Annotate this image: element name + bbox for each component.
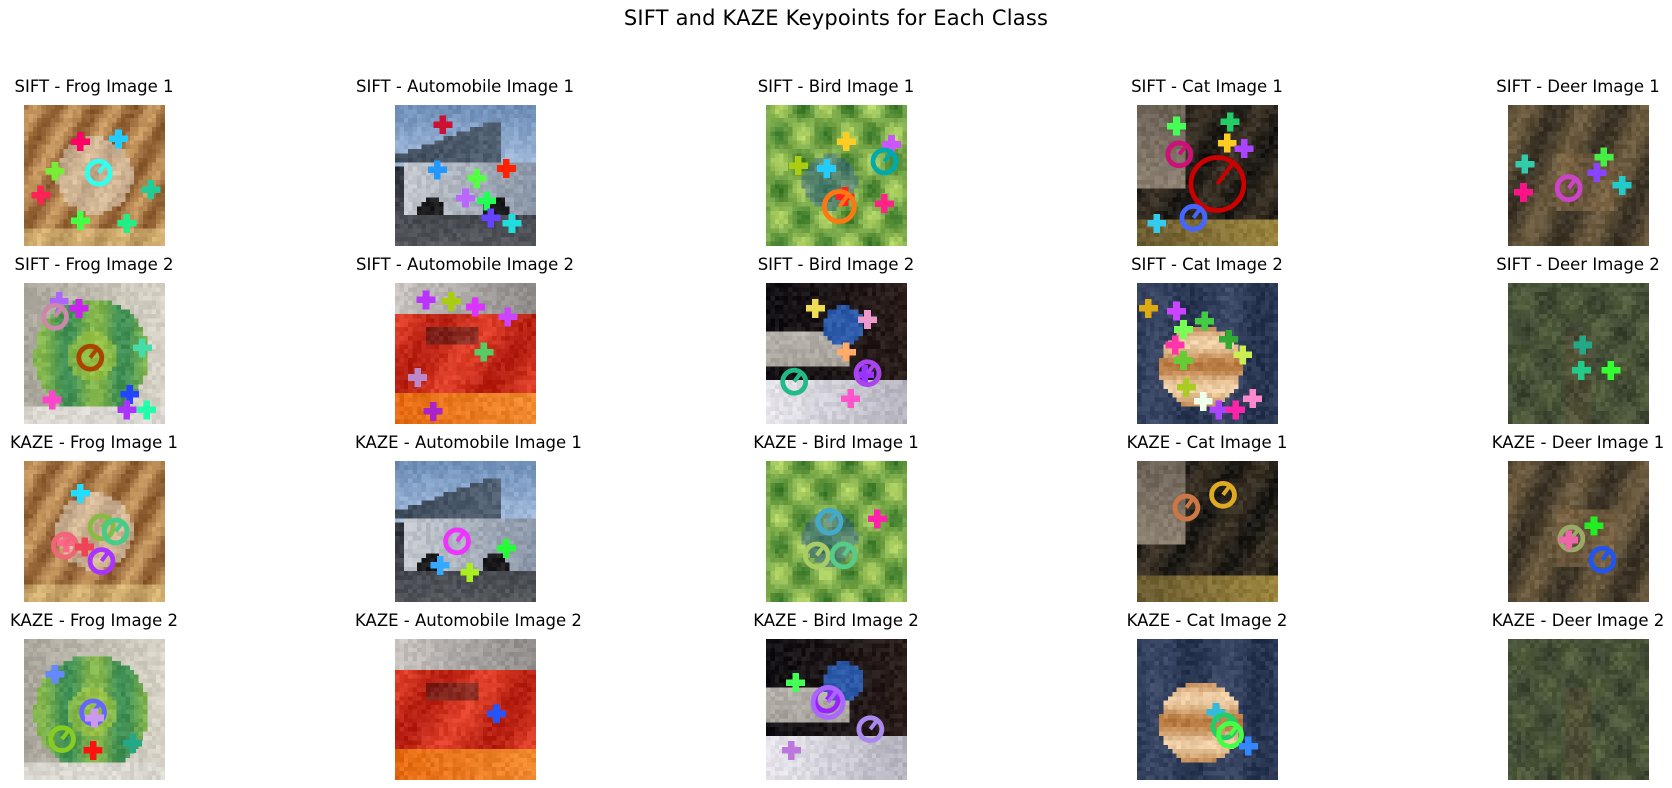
panel-title: KAZE - Frog Image 2 bbox=[0, 611, 204, 631]
keypoint-image bbox=[1508, 639, 1649, 780]
keypoint-image bbox=[24, 105, 165, 246]
keypoint-image bbox=[1508, 283, 1649, 424]
panel-title: KAZE - Automobile Image 1 bbox=[355, 433, 582, 453]
panel-title: SIFT - Cat Image 2 bbox=[1097, 255, 1317, 275]
keypoint-image bbox=[766, 105, 907, 246]
keypoint-image bbox=[24, 283, 165, 424]
keypoint-image bbox=[24, 461, 165, 602]
panel-title: SIFT - Frog Image 1 bbox=[0, 77, 204, 97]
keypoint-image bbox=[24, 639, 165, 780]
keypoint-image bbox=[1508, 105, 1649, 246]
panel-title: KAZE - Cat Image 1 bbox=[1097, 433, 1317, 453]
keypoint-image bbox=[766, 283, 907, 424]
panel-title: SIFT - Deer Image 1 bbox=[1468, 77, 1672, 97]
panel-title: SIFT - Bird Image 1 bbox=[726, 77, 946, 97]
keypoint-grid: SIFT - Frog Image 1 SIFT - Automobile Ima… bbox=[0, 0, 1672, 788]
keypoint-image bbox=[1137, 461, 1278, 602]
keypoint-image bbox=[395, 283, 536, 424]
keypoint-image bbox=[395, 105, 536, 246]
panel-title: KAZE - Frog Image 1 bbox=[0, 433, 204, 453]
panel-title: SIFT - Deer Image 2 bbox=[1468, 255, 1672, 275]
panel-title: KAZE - Deer Image 2 bbox=[1468, 611, 1672, 631]
keypoint-image bbox=[1508, 461, 1649, 602]
keypoint-image bbox=[766, 639, 907, 780]
keypoint-image bbox=[395, 461, 536, 602]
keypoint-image bbox=[1137, 639, 1278, 780]
panel-title: KAZE - Automobile Image 2 bbox=[355, 611, 582, 631]
panel-title: SIFT - Frog Image 2 bbox=[0, 255, 204, 275]
keypoint-image bbox=[766, 461, 907, 602]
keypoint-image bbox=[1137, 105, 1278, 246]
panel-title: KAZE - Cat Image 2 bbox=[1097, 611, 1317, 631]
keypoint-image bbox=[1137, 283, 1278, 424]
panel-title: SIFT - Bird Image 2 bbox=[726, 255, 946, 275]
panel-title: SIFT - Cat Image 1 bbox=[1097, 77, 1317, 97]
panel-title: KAZE - Bird Image 1 bbox=[726, 433, 946, 453]
panel-title: SIFT - Automobile Image 2 bbox=[355, 255, 575, 275]
panel-title: SIFT - Automobile Image 1 bbox=[355, 77, 575, 97]
panel-title: KAZE - Bird Image 2 bbox=[726, 611, 946, 631]
panel-title: KAZE - Deer Image 1 bbox=[1468, 433, 1672, 453]
keypoint-image bbox=[395, 639, 536, 780]
